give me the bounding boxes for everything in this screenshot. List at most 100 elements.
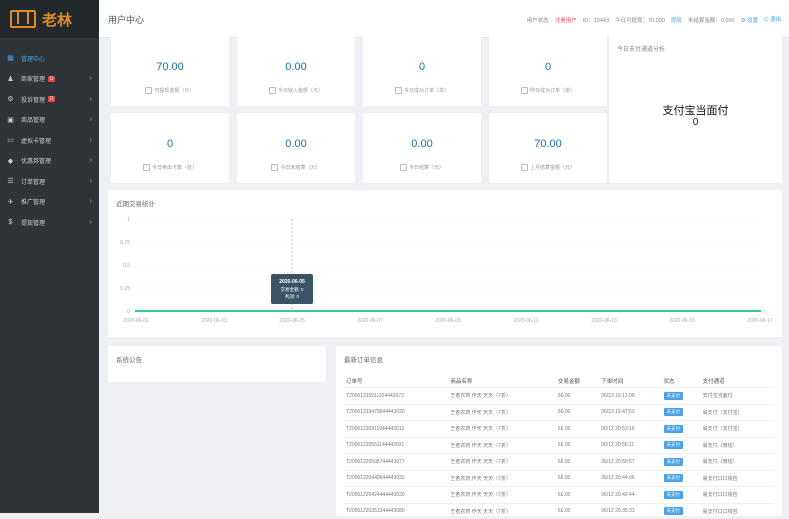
logout-link[interactable]: ⏻ 退出	[764, 15, 781, 24]
dashboard-icon: ▦	[7, 55, 14, 63]
sidebar-item-label: 优惠券管理	[21, 159, 52, 166]
stat-label: 上月结算金额（元）	[529, 164, 575, 171]
table-cell: T20061315911104443072	[344, 387, 449, 404]
gear-icon: ⚙	[7, 96, 14, 104]
transaction-chart: 1 0.75 0.5 0.25 0 2020-06-01 2020-06-03 2020-06…	[120, 217, 773, 324]
table-cell: 王者农药 作天 天天（7折）	[448, 436, 556, 454]
table-cell: 06/12 20:50:57	[599, 453, 662, 470]
status-button[interactable]: 未支付	[663, 408, 683, 417]
table-cell: 未支付	[661, 436, 701, 454]
stat-label: 今日未结算（元）	[280, 164, 321, 171]
y-tick-label: 1	[127, 217, 130, 223]
data-point	[602, 309, 606, 313]
data-point	[524, 309, 528, 313]
stat-label-row: 今日结算（元）	[363, 164, 481, 171]
table-row[interactable]: T20061220424444443020 王者农药 作天 天天（7折） 66.00…	[344, 486, 774, 503]
stat-icon	[142, 164, 150, 171]
table-row[interactable]: T20061220551144443031 王者农药 作天 天天（7折） 66.00…	[344, 436, 774, 454]
table-cell: 易支付（微信）	[700, 436, 774, 454]
status-button[interactable]: 未支付	[663, 507, 683, 516]
user-status-badge[interactable]: 注册用户	[555, 16, 577, 24]
logo[interactable]: 老林	[0, 0, 99, 38]
sidebar-item-4[interactable]: ▭ 虚拟卡管理 ›	[0, 130, 99, 151]
stat-value: 70.00	[534, 138, 562, 150]
table-cell: 王者农药 作天 天天（7折）	[448, 502, 556, 519]
stat-label-row: 今日收入金额（元）	[237, 87, 355, 94]
list-icon: ☰	[7, 178, 14, 186]
sidebar-item-label: 虚拟卡管理	[21, 138, 52, 145]
table-row[interactable]: T20061220505744443077 王者农药 作天 天天（7折） 66.00…	[344, 453, 774, 470]
status-button[interactable]: 未支付	[663, 441, 683, 450]
table-row[interactable]: T20061220911944443012 王者农药 作天 天天（7折） 66.00…	[344, 420, 774, 437]
tooltip-line-2: 利润: 0	[285, 293, 300, 300]
x-tick-label: 2020-06-17	[747, 318, 773, 324]
status-button[interactable]: 未支付	[663, 490, 683, 499]
table-row[interactable]: T20061220353344443080 王者农药 作天 天天（7折） 66.00…	[344, 502, 774, 519]
sidebar-item-label: 商家管理	[21, 77, 46, 84]
status-button[interactable]: 未支付	[663, 391, 683, 400]
stat-value: 0	[544, 61, 552, 73]
sidebar-item-label: 提现管理	[21, 220, 46, 227]
stat-card: 0 今日成功订单（单）	[363, 36, 481, 106]
table-cell: 易支付口口钱包	[700, 469, 774, 487]
data-point	[446, 309, 450, 313]
stat-icon	[268, 87, 276, 94]
stat-icon	[145, 87, 153, 94]
x-tick-label: 2020-06-07	[357, 318, 383, 324]
page-title: 用户中心	[108, 15, 145, 25]
sidebar-item-0[interactable]: ▦ 管理中心	[0, 48, 99, 69]
logout-icon: ⏻	[764, 17, 769, 23]
sidebar-item-6[interactable]: ☰ 订单管理 ›	[0, 171, 99, 192]
orders-column-header: 交易金额	[557, 379, 580, 385]
table-cell: 易支付（支付宝）	[700, 420, 774, 437]
stat-label-row: 今日成功订单（单）	[363, 87, 481, 94]
data-point	[212, 309, 216, 313]
sidebar-item-3[interactable]: ▣ 商品管理 ›	[0, 110, 99, 131]
sidebar-item-8[interactable]: $ 提现管理 ›	[0, 212, 99, 233]
stat-card: 70.00 上月结算金额（元）	[489, 113, 607, 183]
table-cell: 易支付（支付宝）	[700, 403, 774, 421]
status-button[interactable]: 未支付	[663, 457, 683, 466]
status-button[interactable]: 未支付	[663, 424, 683, 433]
stat-card: 0 昨日成功订单（单）	[489, 36, 607, 106]
orders-panel: 最新订单信息 订单号 商品名称 交易金额 下单时间 状态 支付通道 T2006131591…	[336, 346, 782, 519]
sidebar-item-1[interactable]: ♟ 商家管理 0 ›	[0, 69, 99, 90]
table-cell: 06/12 20:42:44	[599, 486, 662, 503]
withdraw-link[interactable]: 提现	[671, 16, 682, 24]
y-tick-label: 0.5	[123, 263, 130, 269]
sidebar-item-7[interactable]: ✈ 推广管理 ›	[0, 192, 99, 213]
status-button[interactable]: 未支付	[663, 474, 683, 483]
data-point	[134, 309, 138, 313]
table-cell: 王者农药 作天 天天（7折）	[448, 453, 556, 470]
sidebar-item-label: 商品管理	[21, 118, 46, 125]
table-cell: 王者农药 作天 天天（7折）	[448, 403, 556, 421]
chevron-right-icon: ›	[89, 136, 92, 144]
dollar-icon: $	[8, 218, 13, 226]
orders-table: 订单号 商品名称 交易金额 下单时间 状态 支付通道 T20061315911104443…	[344, 375, 774, 519]
stat-card: 0.00 今日收入金额（元）	[237, 36, 355, 106]
transaction-chart-panel: 近期交易统计 1 0.75 0.5 0.25 0 2020-06-01 2020-06-03…	[108, 190, 782, 337]
table-row[interactable]: T20061319479044443020 王者农药 作天 天天（7折） 66.00…	[344, 403, 774, 421]
stat-label: 昨日成功订单（单）	[529, 87, 575, 94]
sidebar-item-label: 订单管理	[21, 179, 46, 186]
stat-label-row: 昨日成功订单（单）	[489, 87, 607, 94]
table-row[interactable]: T20061220440644443032 王者农药 作天 天天（7折） 66.00…	[344, 469, 774, 487]
stat-value: 0.00	[285, 61, 307, 73]
stat-label-row: 可提现金额（元）	[111, 87, 229, 94]
user-id: ID：10443	[582, 17, 609, 24]
chevron-right-icon: ›	[89, 157, 92, 165]
orders-column-header: 下单时间	[601, 379, 624, 385]
logo-text: 老林	[42, 11, 73, 29]
table-cell: T20061220505744443077	[344, 453, 449, 470]
x-tick-label: 2020-06-11	[513, 318, 538, 324]
gear-icon: ⚙	[740, 17, 746, 24]
sidebar-item-5[interactable]: ◆ 优惠券管理 ›	[0, 151, 99, 172]
shopping-bag-icon: ▣	[7, 116, 14, 124]
table-cell: 支付宝当面付	[700, 387, 774, 404]
settings-link[interactable]: ⚙ 设置	[741, 16, 758, 24]
table-cell: 未支付	[661, 420, 701, 437]
sidebar-item-2[interactable]: ⚙ 投诉管理 0 ›	[0, 89, 99, 110]
table-row[interactable]: T20061315911104443072 王者农药 作天 天天（7折） 66.00…	[344, 387, 774, 404]
table-cell: 06/12 20:44:06	[599, 469, 662, 487]
orders-title: 最新订单信息	[344, 357, 383, 364]
